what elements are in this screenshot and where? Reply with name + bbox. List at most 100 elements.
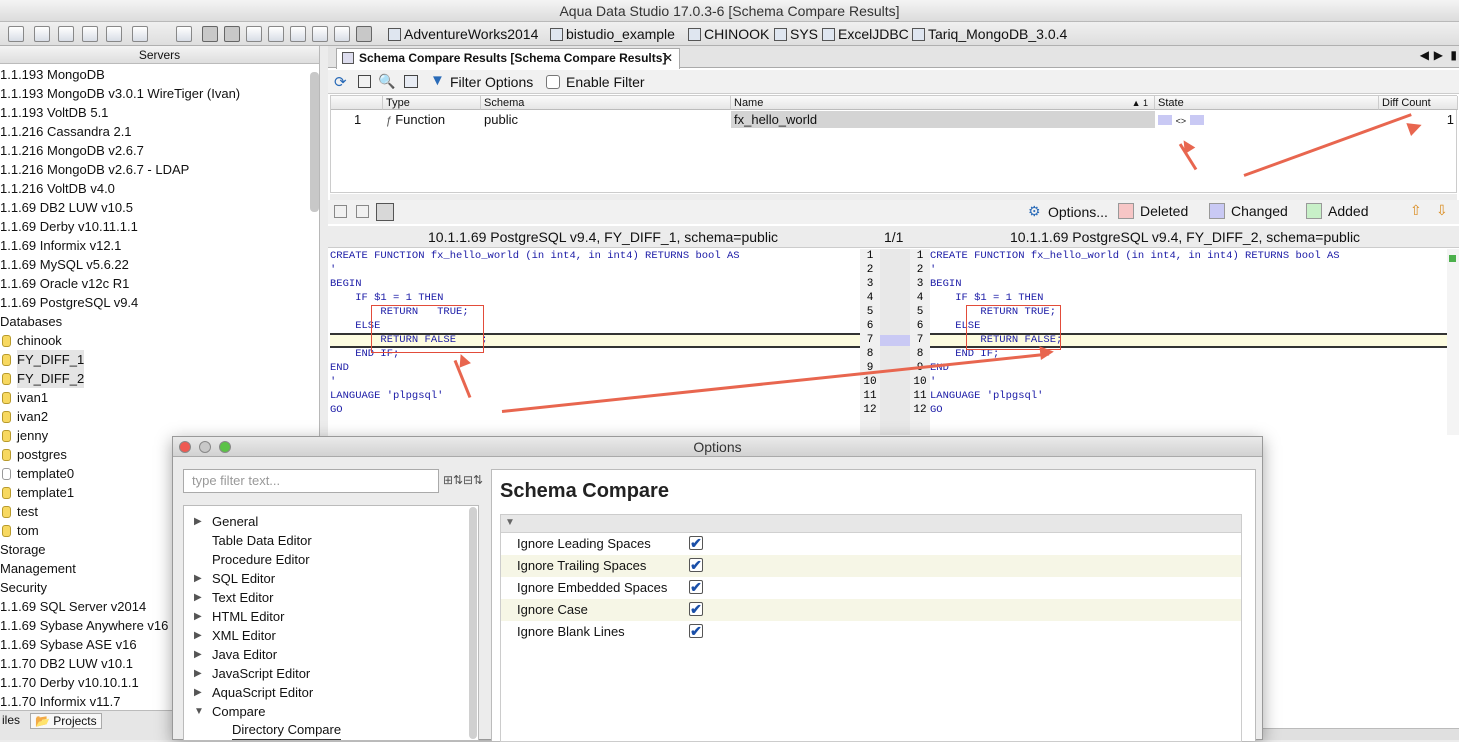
database-tree-item[interactable]: template0: [2, 464, 74, 483]
server-tree-item[interactable]: 1.1.69 Sybase Anywhere v16: [0, 616, 168, 635]
server-tree-item[interactable]: 1.1.70 Informix v11.7: [0, 692, 120, 711]
server-tree-item[interactable]: 1.1.193 MongoDB v3.0.1 WireTiger (Ivan): [0, 84, 240, 103]
options-table-header[interactable]: ▼: [501, 515, 1241, 533]
toolbar-panel-icon[interactable]: [246, 26, 262, 42]
options-button[interactable]: Options...: [1048, 204, 1108, 220]
database-tree-item[interactable]: ivan2: [2, 407, 48, 426]
options-tree-item[interactable]: ▶ SQL Editor: [194, 569, 275, 588]
files-tab[interactable]: iles: [2, 713, 20, 727]
connection-tab-mongodb[interactable]: Tariq_MongoDB_3.0.4: [912, 25, 1067, 43]
expand-arrow-icon[interactable]: ▶: [194, 569, 202, 588]
server-tree-item[interactable]: 1.1.193 VoltDB 5.1: [0, 103, 108, 122]
option-checkbox[interactable]: ✔: [689, 580, 703, 594]
connection-tab-sys[interactable]: SYS: [774, 25, 818, 43]
merge-icon[interactable]: [376, 203, 394, 221]
server-tree-item[interactable]: 1.1.69 Informix v12.1: [0, 236, 121, 255]
expand-arrow-icon[interactable]: ▶: [194, 664, 202, 683]
server-tree-item[interactable]: 1.1.69 MySQL v5.6.22: [0, 255, 129, 274]
database-tree-item[interactable]: tom: [2, 521, 39, 540]
name-header[interactable]: Name ▲ 1: [731, 96, 1155, 110]
server-tree-item[interactable]: 1.1.216 Cassandra 2.1: [0, 122, 132, 141]
schema-header[interactable]: Schema: [481, 96, 731, 110]
state-header[interactable]: State: [1155, 96, 1379, 110]
table-icon[interactable]: [404, 75, 418, 88]
expand-arrow-icon[interactable]: ▶: [194, 683, 202, 702]
enable-filter-checkbox[interactable]: [546, 75, 560, 89]
server-tree-item[interactable]: 1.1.69 PostgreSQL v9.4: [0, 293, 138, 312]
options-tree-item[interactable]: ▶ Text Editor: [194, 588, 273, 607]
server-tree-item[interactable]: 1.1.193 MongoDB: [0, 65, 105, 84]
options-tree-scrollbar[interactable]: [469, 507, 477, 739]
toolbar-table-icon[interactable]: [268, 26, 284, 42]
toolbar-server-icon[interactable]: [8, 26, 24, 42]
expand-arrow-icon[interactable]: ▶: [194, 588, 202, 607]
tab-scroll-left-icon[interactable]: ◀: [1420, 48, 1429, 62]
connection-tab-adventureworks[interactable]: AdventureWorks2014: [388, 25, 538, 43]
database-tree-item[interactable]: FY_DIFF_2: [2, 369, 85, 388]
script-icon[interactable]: [356, 205, 369, 218]
server-tree-item[interactable]: 1.1.69 Oracle v12c R1: [0, 274, 129, 293]
type-header[interactable]: Type: [383, 96, 481, 110]
option-checkbox[interactable]: ✔: [689, 536, 703, 550]
projects-tab[interactable]: 📂 Projects: [30, 713, 102, 729]
previous-diff-icon[interactable]: ⇧: [1410, 202, 1422, 219]
options-tree-item[interactable]: Directory Compare: [232, 721, 342, 740]
server-tree-item[interactable]: 1.1.69 DB2 LUW v10.5: [0, 198, 133, 217]
server-tree-item[interactable]: Security: [0, 578, 47, 597]
collapse-icon[interactable]: ▼: [505, 517, 515, 528]
server-tree-item[interactable]: 1.1.69 SQL Server v2014: [0, 597, 146, 616]
option-checkbox[interactable]: ✔: [689, 558, 703, 572]
expand-arrow-icon[interactable]: ▼: [194, 702, 204, 721]
database-tree-item[interactable]: postgres: [2, 445, 67, 464]
save-icon[interactable]: [358, 75, 371, 88]
server-tree-item[interactable]: Management: [0, 559, 76, 578]
connection-tab-chinook[interactable]: CHINOOK: [688, 25, 769, 43]
database-tree-item[interactable]: ivan1: [2, 388, 48, 407]
options-tree-item[interactable]: ▶ General: [194, 512, 258, 531]
toolbar-grid-icon[interactable]: [202, 26, 218, 42]
database-tree-item[interactable]: test: [2, 502, 38, 521]
filter-input[interactable]: type filter text...: [183, 469, 439, 493]
connection-tab-bistudio[interactable]: bistudio_example: [550, 25, 675, 43]
filter-options-button[interactable]: Filter Options: [450, 74, 533, 90]
server-tree-item[interactable]: Storage: [0, 540, 46, 559]
toolbar-compare-icon[interactable]: [312, 26, 328, 42]
toolbar-split-icon[interactable]: [224, 26, 240, 42]
diff-overview-ruler[interactable]: [1447, 249, 1459, 435]
database-tree-item[interactable]: chinook: [2, 331, 62, 350]
server-tree-item[interactable]: 1.1.70 Derby v10.10.1.1: [0, 673, 139, 692]
collapse-all-icon[interactable]: ⊟⇅: [463, 473, 483, 487]
expand-arrow-icon[interactable]: ▶: [194, 645, 202, 664]
option-checkbox[interactable]: ✔: [689, 602, 703, 616]
server-tree-item[interactable]: 1.1.69 Derby v10.11.1.1: [0, 217, 138, 236]
expand-arrow-icon[interactable]: ▶: [194, 512, 202, 531]
find-icon[interactable]: 🔍: [378, 73, 395, 90]
diff-count-header[interactable]: Diff Count: [1379, 96, 1458, 110]
server-tree-item[interactable]: 1.1.69 Sybase ASE v16: [0, 635, 137, 654]
server-tree-item[interactable]: 1.1.216 MongoDB v2.6.7 - LDAP: [0, 160, 189, 179]
tab-scroll-right-icon[interactable]: ▶: [1434, 48, 1443, 62]
connection-tab-exceljdbc[interactable]: ExcelJDBC: [822, 25, 909, 43]
toolbar-query-icon[interactable]: [34, 26, 50, 42]
server-tree-item[interactable]: 1.1.216 MongoDB v2.6.7: [0, 141, 144, 160]
options-tree-item[interactable]: ▶ HTML Editor: [194, 607, 284, 626]
database-tree-item[interactable]: FY_DIFF_1: [2, 350, 85, 369]
options-tree-item[interactable]: Table Data Editor: [212, 531, 312, 550]
toolbar-window-icon[interactable]: [82, 26, 98, 42]
database-tree-item[interactable]: jenny: [2, 426, 48, 445]
tab-list-icon[interactable]: ▮: [1450, 48, 1457, 62]
expand-arrow-icon[interactable]: ▶: [194, 607, 202, 626]
close-window-icon[interactable]: [179, 441, 191, 453]
toolbar-query2-icon[interactable]: [58, 26, 74, 42]
options-tree-item[interactable]: Procedure Editor: [212, 550, 310, 569]
servers-scrollbar[interactable]: [310, 72, 319, 212]
server-tree-item[interactable]: 1.1.70 DB2 LUW v10.1: [0, 654, 133, 673]
options-tree-item[interactable]: ▶ Java Editor: [194, 645, 277, 664]
toolbar-tile-icon[interactable]: [334, 26, 350, 42]
refresh-icon[interactable]: ⟳: [334, 73, 347, 91]
toolbar-chart-icon[interactable]: [356, 26, 372, 42]
server-tree-item[interactable]: Databases: [0, 312, 62, 331]
database-tree-item[interactable]: template1: [2, 483, 74, 502]
minimize-window-icon[interactable]: [199, 441, 211, 453]
toolbar-table2-icon[interactable]: [290, 26, 306, 42]
